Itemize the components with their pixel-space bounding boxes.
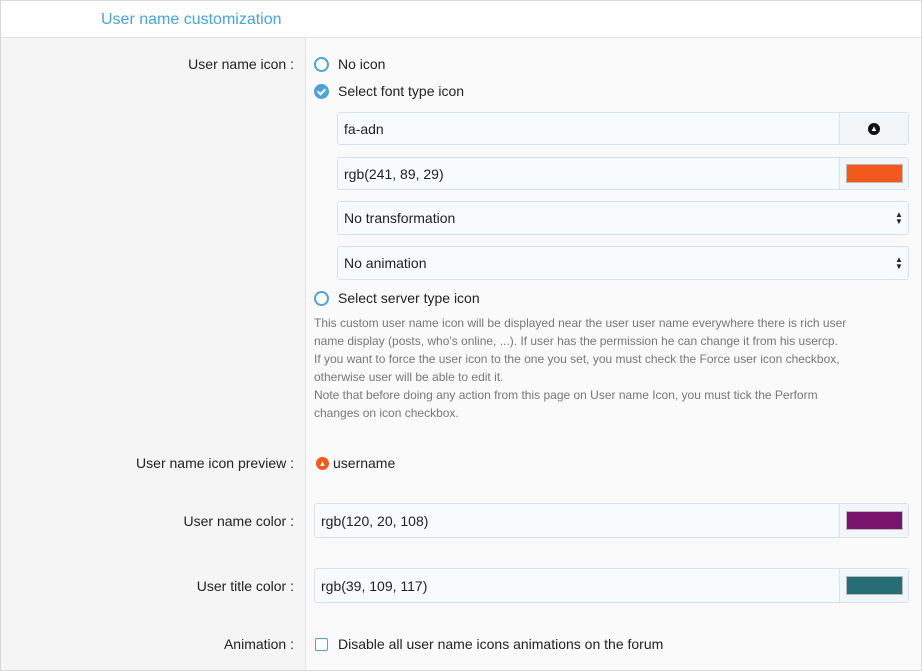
user-name-icon-preview-label: User name icon preview : xyxy=(136,455,294,471)
no-icon-option[interactable]: No icon xyxy=(314,56,385,72)
animation-select[interactable]: No animation ▲ ▼ xyxy=(337,246,909,280)
user-name-color-picker[interactable] xyxy=(839,504,908,537)
font-icon-picker-button[interactable]: ▲ xyxy=(839,113,908,144)
font-icon-color-picker[interactable] xyxy=(839,158,908,189)
font-icon-color-value: rgb(241, 89, 29) xyxy=(344,165,444,182)
font-icon-color-field[interactable]: rgb(241, 89, 29) xyxy=(337,157,909,190)
help-line: If you want to force the user icon to th… xyxy=(314,352,840,366)
user-title-color-field[interactable]: rgb(39, 109, 117) xyxy=(314,568,909,603)
disable-animations-checkbox[interactable] xyxy=(315,637,328,651)
user-name-icon-label: User name icon : xyxy=(188,56,294,72)
no-icon-radio[interactable] xyxy=(314,56,329,72)
user-title-color-swatch xyxy=(845,576,903,595)
user-name-preview: ▲ username xyxy=(316,455,395,471)
font-icon-name-field[interactable]: fa-adn ▲ xyxy=(337,112,909,145)
server-icon-radio[interactable] xyxy=(314,290,329,306)
help-line: This custom user name icon will be displ… xyxy=(314,316,847,330)
transformation-value: No transformation xyxy=(344,210,456,226)
server-icon-option[interactable]: Select server type icon xyxy=(314,290,480,306)
server-icon-label: Select server type icon xyxy=(338,290,480,306)
user-name-color-value: rgb(120, 20, 108) xyxy=(321,512,429,529)
help-line: otherwise user will be able to edit it. xyxy=(314,370,504,384)
font-icon-label: Select font type icon xyxy=(338,83,465,99)
animation-value: No animation xyxy=(344,255,427,271)
adn-icon: ▲ xyxy=(868,122,880,135)
select-arrows-icon: ▲ ▼ xyxy=(895,210,903,226)
font-icon-radio[interactable] xyxy=(314,83,329,99)
preview-username: username xyxy=(333,455,396,471)
select-arrows-icon: ▲ ▼ xyxy=(895,255,903,271)
no-icon-label: No icon xyxy=(338,56,386,72)
user-name-color-swatch xyxy=(845,511,903,530)
user-name-color-field[interactable]: rgb(120, 20, 108) xyxy=(314,503,909,538)
disable-animations-option[interactable]: Disable all user name icons animations o… xyxy=(315,636,663,652)
font-icon-color-swatch xyxy=(845,164,903,183)
adn-icon: ▲ xyxy=(316,456,329,470)
help-line: Note that before doing any action from t… xyxy=(314,388,818,402)
section-title: User name customization xyxy=(101,11,282,28)
font-icon-option[interactable]: Select font type icon xyxy=(314,83,464,99)
user-name-color-label: User name color : xyxy=(183,513,294,529)
user-title-color-label: User title color : xyxy=(196,578,294,594)
transformation-select[interactable]: No transformation ▲ ▼ xyxy=(337,201,909,235)
disable-animations-label: Disable all user name icons animations o… xyxy=(338,636,664,652)
section-header: User name customization xyxy=(1,1,921,38)
user-title-color-picker[interactable] xyxy=(839,569,908,602)
user-title-color-value: rgb(39, 109, 117) xyxy=(321,577,428,594)
icon-help-text: This custom user name icon will be displ… xyxy=(314,314,909,422)
animation-label: Animation : xyxy=(223,636,294,652)
label-column xyxy=(1,38,306,670)
help-line: changes on icon checkbox. xyxy=(314,406,459,420)
help-line: name display (posts, who's online, ...).… xyxy=(314,334,838,348)
font-icon-name-value: fa-adn xyxy=(344,120,384,137)
